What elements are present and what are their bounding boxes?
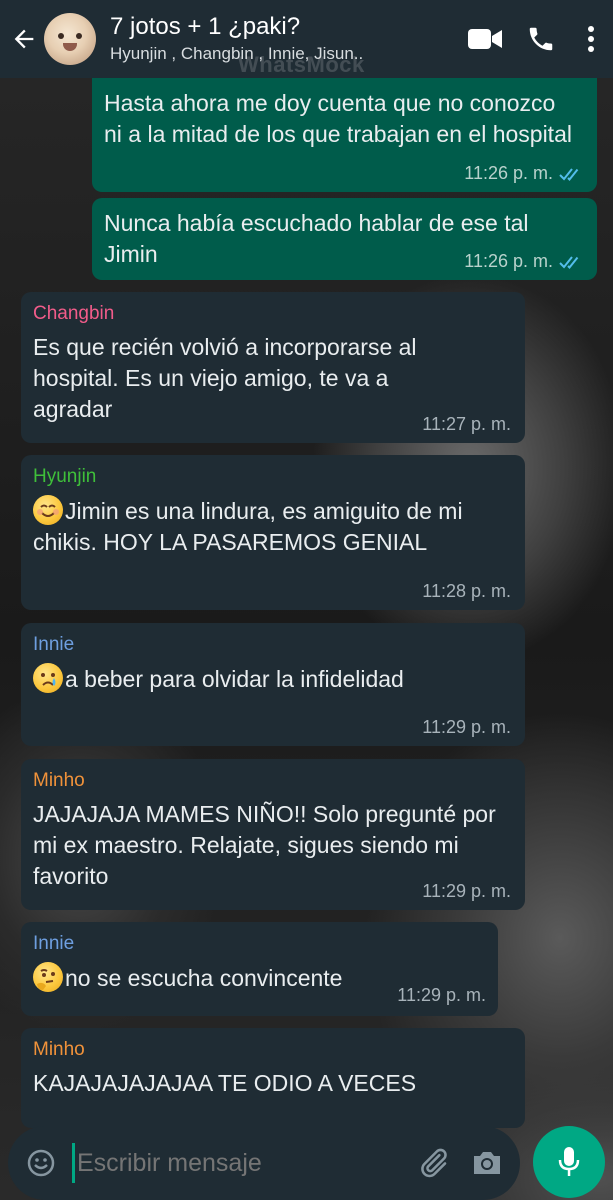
- message-composer: [8, 1126, 520, 1200]
- video-call-button[interactable]: [457, 0, 513, 78]
- text-cursor: [72, 1143, 75, 1183]
- message-time: 11:26 p. m.: [464, 163, 553, 183]
- message-time: 11:26 p. m.: [464, 251, 553, 271]
- mic-icon: [558, 1147, 580, 1176]
- outgoing-message[interactable]: Nunca había escuchado hablar de ese tal …: [92, 198, 597, 280]
- message-meta: 11:27 p. m.: [422, 414, 511, 435]
- more-vert-icon: [588, 26, 594, 52]
- smiling-face-icon: [33, 495, 63, 525]
- outgoing-message[interactable]: Hasta ahora me doy cuenta que no conozco…: [92, 78, 597, 192]
- thinking-face-icon: [33, 962, 63, 992]
- video-call-icon: [468, 29, 502, 49]
- message-text-row: a beber para olvidar la infidelidad: [33, 663, 511, 695]
- message-time: 11:29 p. m.: [422, 881, 511, 901]
- incoming-message[interactable]: Changbin Es que recién volvió a incorpor…: [21, 292, 525, 443]
- read-ticks-icon: [559, 167, 579, 181]
- message-text: a beber para olvidar la infidelidad: [65, 666, 404, 692]
- more-options-button[interactable]: [569, 0, 613, 78]
- group-avatar[interactable]: [44, 13, 96, 65]
- message-text: KAJAJAJAJAJAA TE ODIO A VECES: [33, 1070, 417, 1096]
- message-text: Es que recién volvió a incorporarse al h…: [33, 334, 417, 422]
- message-text: Hasta ahora me doy cuenta que no conozco…: [104, 90, 572, 147]
- camera-icon: [474, 1152, 500, 1174]
- message-text: JAJAJAJA MAMES NIÑO!! Solo pregunté por …: [33, 801, 496, 889]
- message-text: Jimin es una lindura, es amiguito de mi …: [33, 498, 463, 555]
- back-button[interactable]: [4, 0, 44, 78]
- incoming-message[interactable]: Minho JAJAJAJA MAMES NIÑO!! Solo pregunt…: [21, 759, 525, 910]
- watermark: WhatsMock: [238, 52, 365, 77]
- attach-button[interactable]: [406, 1126, 460, 1200]
- message-text-row: Jimin es una lindura, es amiguito de mi …: [33, 495, 511, 558]
- message-meta: 11:29 p. m.: [422, 717, 511, 738]
- sender-name: Innie: [33, 634, 75, 655]
- incoming-message[interactable]: Innie a beber para olvidar la infidelida…: [21, 623, 525, 746]
- message-time: 11:29 p. m.: [422, 717, 511, 737]
- sender-name: Innie: [33, 933, 75, 954]
- message-input[interactable]: [77, 1148, 406, 1178]
- camera-button[interactable]: [460, 1126, 514, 1200]
- incoming-message[interactable]: Innie no se escucha convincente 11:29 p.…: [21, 922, 498, 1016]
- message-time: 11:29 p. m.: [397, 985, 486, 1005]
- message-text: no se escucha convincente: [65, 965, 343, 991]
- message-meta: 11:29 p. m.: [397, 985, 486, 1006]
- sender-name: Minho: [33, 1039, 85, 1060]
- sender-name: Changbin: [33, 303, 115, 324]
- incoming-message[interactable]: Minho KAJAJAJAJAJAA TE ODIO A VECES: [21, 1028, 525, 1128]
- voice-call-button[interactable]: [513, 0, 569, 78]
- message-time: 11:28 p. m.: [422, 581, 511, 601]
- chat-title: 7 jotos + 1 ¿paki?: [110, 13, 301, 40]
- message-meta: 11:26 p. m.: [464, 163, 583, 184]
- message-meta: 11:26 p. m.: [464, 251, 583, 272]
- message-time: 11:27 p. m.: [422, 414, 511, 434]
- voice-message-button[interactable]: [533, 1126, 605, 1198]
- crying-face-icon: [33, 663, 63, 693]
- attach-icon: [421, 1148, 447, 1178]
- back-arrow-icon: [14, 29, 34, 49]
- message-meta: 11:29 p. m.: [422, 881, 511, 902]
- emoji-icon: [27, 1149, 55, 1177]
- emoji-button[interactable]: [14, 1126, 68, 1200]
- phone-icon: [529, 27, 553, 51]
- incoming-message[interactable]: Hyunjin Jimin es una lindura, es amiguit…: [21, 455, 525, 610]
- sender-name: Minho: [33, 770, 85, 791]
- message-meta: 11:28 p. m.: [422, 581, 511, 602]
- sender-name: Hyunjin: [33, 466, 97, 487]
- read-ticks-icon: [559, 255, 579, 269]
